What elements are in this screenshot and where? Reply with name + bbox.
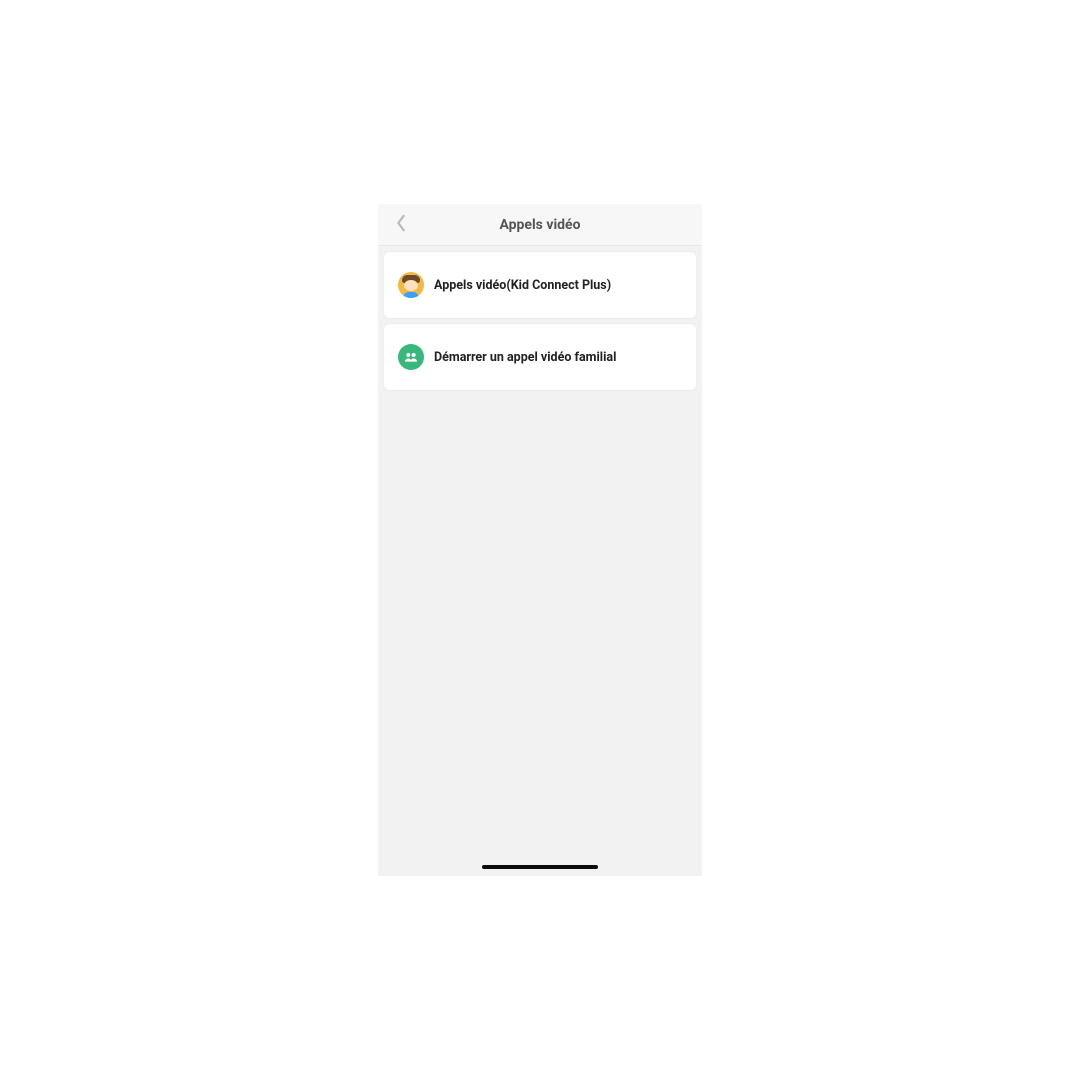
- home-indicator[interactable]: [482, 865, 598, 869]
- kid-avatar-icon: [398, 272, 424, 298]
- chevron-left-icon: [395, 214, 407, 236]
- phone-frame: Appels vidéo Appels vidéo(Kid Connect Pl…: [378, 204, 702, 876]
- option-start-family-video-call[interactable]: Démarrer un appel vidéo familial: [384, 324, 696, 390]
- option-video-calls-kid-connect[interactable]: Appels vidéo(Kid Connect Plus): [384, 252, 696, 318]
- nav-header: Appels vidéo: [378, 204, 702, 246]
- option-label: Démarrer un appel vidéo familial: [434, 350, 616, 365]
- group-icon: [398, 344, 424, 370]
- back-button[interactable]: [386, 204, 416, 246]
- header-title: Appels vidéo: [499, 217, 580, 233]
- option-label: Appels vidéo(Kid Connect Plus): [434, 278, 611, 293]
- option-list: Appels vidéo(Kid Connect Plus) Démarrer …: [378, 246, 702, 402]
